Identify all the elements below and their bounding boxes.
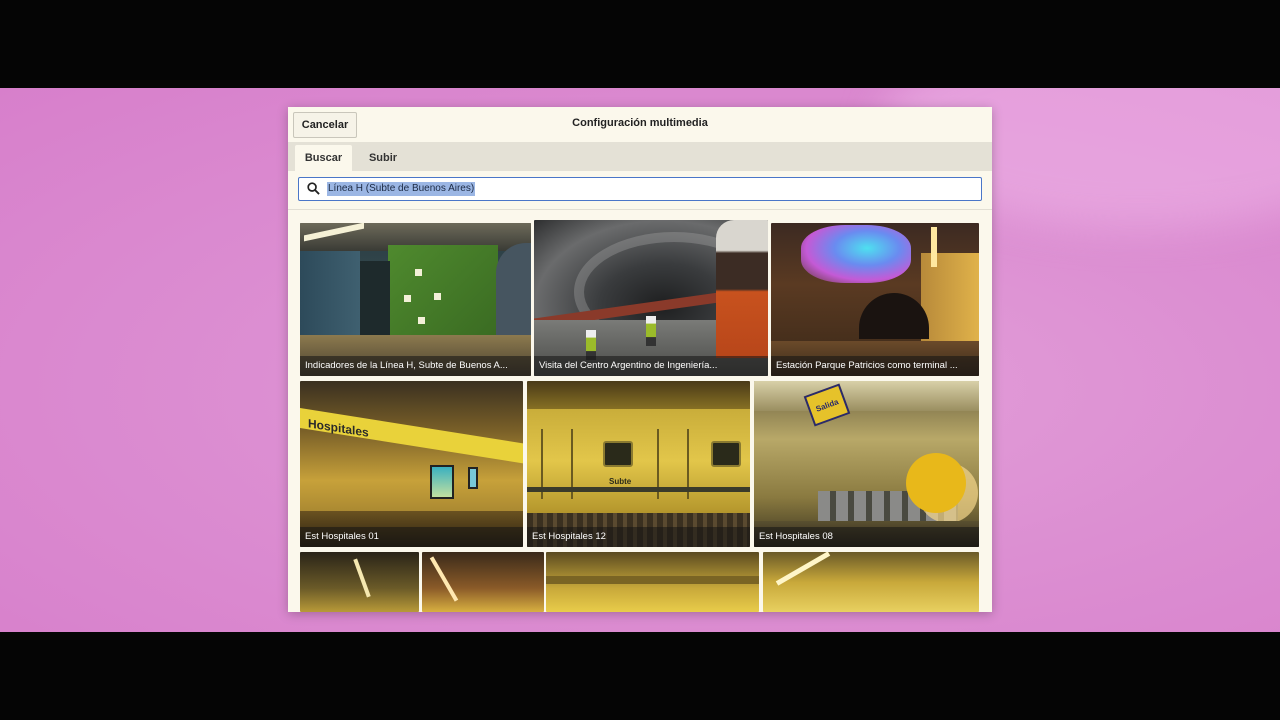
tile-scene [430,465,454,499]
tile-scene [527,487,750,492]
tab-search[interactable]: Buscar [295,145,352,171]
tile-scene [921,253,979,353]
tab-bar: Buscar Subir [288,142,992,171]
result-tile[interactable]: Estación Parque Patricios como terminal … [771,223,979,376]
tile-scene [801,225,911,283]
result-tile[interactable] [422,552,544,612]
tab-upload[interactable]: Subir [360,145,406,171]
train-label: Subte [609,477,632,486]
tile-caption: Visita del Centro Argentino de Ingenierí… [534,356,768,376]
tile-scene [434,293,441,300]
divider [288,209,992,210]
result-tile[interactable]: Hospitales Est Hospitales 01 [300,381,523,547]
dialog-header: Cancelar Configuración multimedia [288,107,992,141]
tile-scene [775,552,831,586]
tile-caption: Indicadores de la Línea H, Subte de Buen… [300,356,531,376]
tile-scene [859,293,929,339]
tile-scene [468,467,478,489]
result-tile[interactable]: Indicadores de la Línea H, Subte de Buen… [300,223,531,376]
tile-scene [353,558,371,598]
tile-scene [754,381,979,411]
tile-scene [546,576,759,584]
tile-scene [429,556,459,602]
result-tile[interactable] [300,552,419,612]
media-settings-dialog: Cancelar Configuración multimedia Buscar… [288,107,992,612]
tile-scene [906,453,966,513]
search-icon [307,182,320,195]
tile-scene [603,441,633,467]
tile-scene [711,441,741,467]
tile-scene [415,269,422,276]
tile-scene [418,317,425,324]
tile-scene [388,245,498,337]
letterbox-bottom [0,632,1280,720]
tile-scene [931,227,937,267]
tile-scene [404,295,411,302]
result-tile[interactable]: Salida Est Hospitales 08 [754,381,979,547]
tile-scene [360,261,390,339]
search-input[interactable] [327,181,967,197]
tile-caption: Est Hospitales 12 [527,527,750,547]
letterbox-top [0,0,1280,88]
result-tile[interactable]: Visita del Centro Argentino de Ingenierí… [534,220,768,376]
tile-caption: Est Hospitales 08 [754,527,979,547]
tile-scene [716,220,768,358]
result-tile[interactable] [763,552,979,612]
tile-scene [300,407,523,467]
tile-caption: Est Hospitales 01 [300,527,523,547]
tile-scene [300,251,360,341]
result-tile[interactable]: Subte Est Hospitales 12 [527,381,750,547]
result-tile[interactable] [546,552,759,612]
dialog-title: Configuración multimedia [572,117,708,129]
search-box[interactable]: Línea H (Subte de Buenos Aires) [298,177,982,201]
tile-caption: Estación Parque Patricios como terminal … [771,356,979,376]
tile-scene [496,243,531,343]
tile-scene [646,316,656,346]
